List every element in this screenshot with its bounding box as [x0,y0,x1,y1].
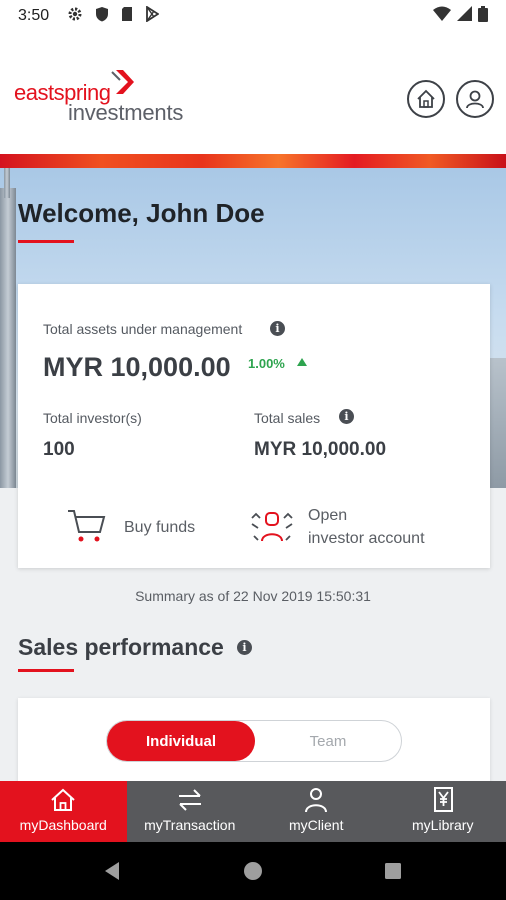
nav-myclient[interactable]: myClient [253,781,380,842]
sd-card-icon [121,6,133,27]
swap-arrows-icon [178,789,201,811]
aum-label: Total assets under management [43,321,243,337]
home-icon [51,788,75,811]
system-navigation-bar [0,842,506,900]
status-bar: 3:50 [0,0,506,32]
toggle-team[interactable]: Team [255,721,401,761]
summary-card: Total assets under management i MYR 10,0… [18,284,490,568]
sales-performance-card: Individual Team [18,698,490,788]
logo-chevron-icon [111,70,134,94]
tower-spire-decor [4,168,10,198]
person-icon [305,788,328,813]
status-time: 3:50 [18,7,50,24]
home-circle-icon[interactable] [243,861,263,881]
sales-performance-underline [18,669,74,672]
play-store-icon [145,4,160,27]
nav-mylibrary[interactable]: myLibrary [380,781,506,842]
open-investor-account-button[interactable]: Open investor account [250,504,470,554]
cellular-signal-icon [457,6,472,26]
wifi-icon [433,6,451,26]
sales-performance-label: Sales performance [18,634,224,660]
nav-mytransaction[interactable]: myTransaction [127,781,254,842]
sales-performance-title: Sales performance [18,634,224,661]
aum-change: 1.00% [248,356,285,371]
sales-performance-info-icon[interactable]: i [237,640,252,655]
investors-label: Total investor(s) [43,410,142,426]
recents-icon[interactable] [384,862,402,880]
back-icon[interactable] [102,861,122,881]
user-icon [466,90,484,109]
buy-funds-label: Buy funds [124,519,196,536]
logo-word-investments: investments [68,100,184,125]
buy-funds-button[interactable]: Buy funds [66,506,226,546]
settings-icon [67,6,83,27]
add-investor-icon [251,512,293,542]
eastspring-logo: eastspring investments [14,70,204,130]
summary-timestamp: Summary as of 22 Nov 2019 15:50:31 [135,588,371,604]
trend-up-icon [297,358,307,366]
tower-left-decor [0,188,16,488]
nav-mylibrary-label: myLibrary [412,817,474,833]
welcome-heading: Welcome, John Doe [18,198,265,228]
shield-icon [95,6,109,27]
total-sales-label: Total sales [254,410,321,426]
open-account-label-line2: investor account [308,530,425,547]
investors-value: 100 [43,439,75,460]
toggle-individual[interactable]: Individual [107,721,255,761]
nav-mydashboard-label: myDashboard [19,817,107,833]
profile-button[interactable] [456,80,494,118]
nav-myclient-label: myClient [289,817,344,833]
cart-icon [68,510,106,542]
welcome-underline [18,240,74,243]
aum-value: MYR 10,000.00 [43,352,231,382]
open-account-label-line1: Open [308,507,348,524]
yen-book-icon [433,787,453,812]
home-icon [417,89,435,108]
banner-color-strip [0,154,506,168]
home-button[interactable] [407,80,445,118]
aum-info-icon[interactable]: i [270,321,285,336]
app-header: eastspring investments [0,32,506,154]
individual-team-toggle: Individual Team [106,720,402,762]
total-sales-value: MYR 10,000.00 [254,439,387,460]
nav-mydashboard[interactable]: myDashboard [0,781,127,842]
bottom-navigation: myDashboard myTransaction myClient myLib… [0,781,506,842]
nav-mytransaction-label: myTransaction [144,817,236,833]
total-sales-info-icon[interactable]: i [339,409,354,424]
battery-icon [478,5,488,27]
